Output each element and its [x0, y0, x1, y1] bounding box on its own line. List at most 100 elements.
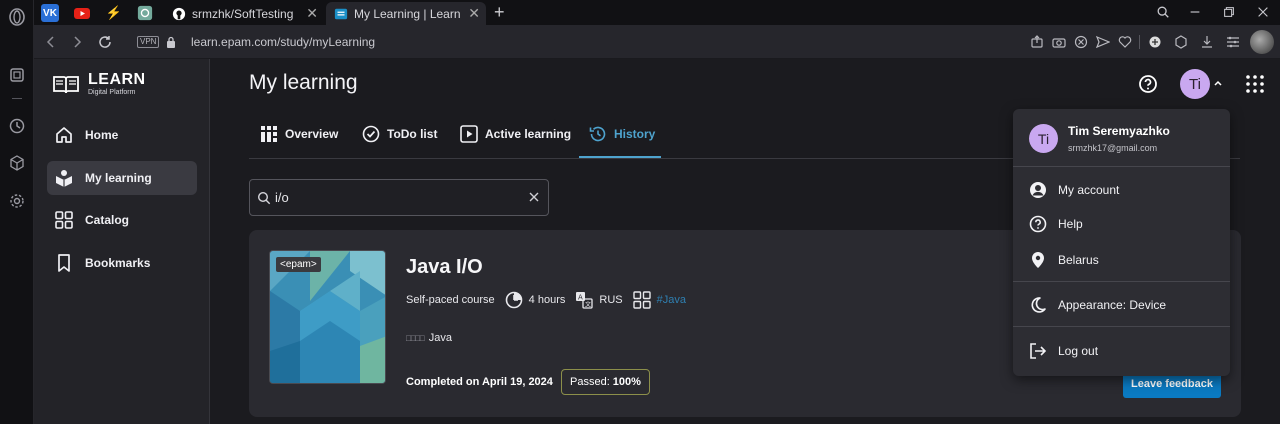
tab-todo-list[interactable]: ToDo list — [362, 123, 437, 145]
close-tab-icon[interactable]: ✕ — [468, 5, 480, 22]
menu-item-my-account[interactable]: My account — [1029, 179, 1219, 201]
menu-item-help[interactable]: Help — [1029, 213, 1219, 235]
extension-icon[interactable] — [1148, 35, 1162, 49]
aria-icon[interactable] — [8, 66, 26, 84]
minimize-icon[interactable] — [1186, 3, 1204, 21]
page-title: My learning — [249, 71, 358, 94]
lock-icon[interactable] — [166, 36, 176, 48]
history-clock-icon[interactable] — [8, 117, 26, 135]
search-icon — [257, 191, 271, 205]
clear-search-icon[interactable] — [527, 190, 541, 204]
app-sidebar: LEARN Digital Platform Home My learning … — [34, 59, 210, 424]
download-icon[interactable] — [1200, 35, 1214, 49]
course-title[interactable]: Java I/O — [406, 256, 483, 279]
lightning-icon[interactable]: ⚡ — [105, 4, 123, 22]
restore-icon[interactable] — [1220, 3, 1238, 21]
menu-divider — [1013, 281, 1230, 282]
tab-title: My Learning | Learn — [354, 6, 461, 21]
tab-label: History — [614, 127, 656, 141]
user-name: Tim Seremyazhko — [1068, 124, 1170, 138]
avatar[interactable]: Ti — [1180, 69, 1210, 99]
menu-item-location[interactable]: Belarus — [1029, 249, 1219, 271]
toolbar-divider — [1139, 35, 1140, 49]
menu-item-log-out[interactable]: Log out — [1029, 340, 1219, 362]
svg-text:A: A — [578, 294, 583, 302]
share-icon[interactable] — [1030, 35, 1044, 49]
new-tab-button[interactable]: + — [494, 2, 505, 23]
course-type: Self-paced course — [406, 294, 495, 306]
thumbnail-badge: <epam> — [276, 257, 321, 272]
sidebar-item-my-learning[interactable]: My learning — [47, 161, 197, 195]
search-input[interactable] — [275, 190, 515, 205]
browser-address-bar: VPN learn.epam.com/study/myLearning — [34, 25, 1280, 59]
menu-divider — [1013, 326, 1230, 327]
sidebar-item-catalog[interactable]: Catalog — [47, 203, 197, 237]
menu-item-label: Belarus — [1058, 253, 1099, 267]
course-language: RUS — [599, 294, 623, 306]
course-thumbnail[interactable]: <epam> — [269, 250, 386, 384]
vpn-badge[interactable]: VPN — [137, 36, 160, 48]
opera-logo-icon[interactable] — [8, 8, 26, 26]
tab-overview[interactable]: Overview — [260, 123, 338, 145]
chevron-up-icon[interactable] — [1213, 78, 1223, 88]
course-tag-link[interactable]: #Java — [657, 294, 686, 306]
close-tab-icon[interactable]: ✕ — [306, 5, 318, 22]
sidebar-item-home[interactable]: Home — [47, 118, 197, 152]
heart-icon[interactable] — [1118, 35, 1132, 49]
vk-icon[interactable]: VK — [41, 4, 59, 22]
back-icon[interactable] — [42, 33, 60, 51]
chatgpt-icon[interactable] — [136, 4, 154, 22]
easy-setup-icon[interactable] — [1226, 35, 1240, 49]
home-icon — [54, 125, 74, 145]
tab-my-learning[interactable]: My Learning | Learn ✕ — [326, 2, 486, 25]
tab-github[interactable]: srmzhk/SoftTesting ✕ — [164, 2, 324, 25]
youtube-icon[interactable] — [73, 4, 91, 22]
menu-item-label: Appearance: Device — [1058, 298, 1167, 312]
menu-item-label: My account — [1058, 183, 1120, 197]
help-icon[interactable] — [1138, 74, 1158, 94]
moon-icon — [1029, 296, 1047, 314]
logout-icon — [1029, 342, 1047, 360]
settings-gear-icon[interactable] — [8, 192, 26, 210]
strip-divider — [12, 98, 22, 99]
apps-grid-icon[interactable] — [1245, 74, 1265, 94]
sidebar-item-label: Catalog — [85, 213, 130, 227]
browser-sidebar — [0, 0, 34, 424]
active-tab-indicator — [579, 156, 661, 158]
tab-label: Active learning — [485, 127, 572, 141]
grid-icon — [632, 291, 651, 309]
menu-divider — [1013, 166, 1230, 167]
send-icon[interactable] — [1096, 35, 1110, 49]
address-url[interactable]: learn.epam.com/study/myLearning — [191, 35, 375, 49]
camera-icon[interactable] — [1052, 35, 1066, 49]
skill-name: Java — [428, 332, 452, 344]
search-box — [249, 179, 549, 216]
extensions-cube-icon[interactable] — [1174, 35, 1188, 49]
reload-icon[interactable] — [96, 33, 114, 51]
learn-logo[interactable]: LEARN Digital Platform — [52, 71, 146, 97]
play-icon — [460, 125, 478, 143]
course-meta: Self-paced course 4 hours A文 RUS #Java — [406, 291, 686, 309]
browser-profile-avatar[interactable] — [1250, 30, 1274, 54]
tab-label: Overview — [285, 127, 339, 141]
menu-item-label: Log out — [1058, 344, 1099, 358]
sidebar-item-bookmarks[interactable]: Bookmarks — [47, 246, 197, 280]
course-duration: 4 hours — [528, 294, 566, 306]
sidebar-item-label: My learning — [85, 171, 152, 185]
tab-active-learning[interactable]: Active learning — [460, 123, 571, 145]
account-icon — [1029, 181, 1047, 199]
help-icon — [1029, 215, 1047, 233]
sidebar-item-label: Bookmarks — [85, 256, 151, 270]
tab-history[interactable]: History — [589, 123, 655, 145]
search-tabs-icon[interactable] — [1154, 3, 1172, 21]
skill-row: □□□□ Java — [406, 332, 452, 344]
ad-block-icon[interactable] — [1074, 35, 1088, 49]
logo-title: LEARN — [88, 71, 146, 88]
forward-icon[interactable] — [68, 33, 86, 51]
cube-icon[interactable] — [8, 154, 26, 172]
catalog-icon — [54, 210, 74, 230]
close-window-icon[interactable] — [1254, 3, 1272, 21]
location-pin-icon — [1029, 251, 1047, 269]
avatar: Ti — [1029, 124, 1058, 153]
menu-item-appearance[interactable]: Appearance: Device — [1029, 294, 1219, 316]
